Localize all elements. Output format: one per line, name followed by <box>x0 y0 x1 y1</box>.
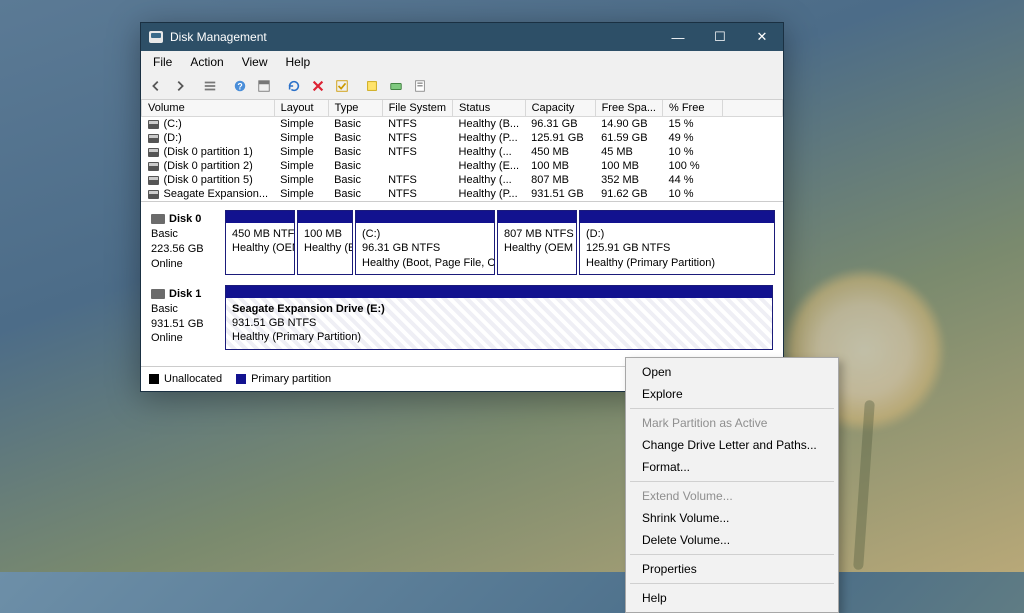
disk-graphical-view: Disk 0Basic223.56 GBOnline450 MB NTFSHea… <box>141 201 783 366</box>
window-controls: — ☐ ✕ <box>657 23 783 51</box>
col-free[interactable]: Free Spa... <box>595 100 662 117</box>
titlebar[interactable]: Disk Management — ☐ ✕ <box>141 23 783 51</box>
minimize-button[interactable]: — <box>657 23 699 51</box>
table-row[interactable]: (D:)SimpleBasicNTFSHealthy (P...125.91 G… <box>142 131 783 145</box>
disk-row: Disk 1Basic931.51 GBOnlineSeagate Expans… <box>147 285 777 350</box>
menu-separator <box>630 481 834 482</box>
new-icon[interactable] <box>361 76 383 96</box>
volume-table: Volume Layout Type File System Status Ca… <box>141 100 783 201</box>
volume-icon <box>148 148 159 157</box>
list-icon[interactable] <box>199 76 221 96</box>
help-icon[interactable]: ? <box>229 76 251 96</box>
menu-separator <box>630 554 834 555</box>
volume-icon <box>148 134 159 143</box>
disk-label[interactable]: Disk 1Basic931.51 GBOnline <box>147 285 225 350</box>
table-row[interactable]: (C:)SimpleBasicNTFSHealthy (B...96.31 GB… <box>142 117 783 132</box>
menu-file[interactable]: File <box>145 53 180 71</box>
back-button[interactable] <box>145 76 167 96</box>
context-menu-item[interactable]: Format... <box>628 456 836 478</box>
menu-separator <box>630 408 834 409</box>
menu-separator <box>630 583 834 584</box>
properties-icon[interactable] <box>409 76 431 96</box>
context-menu-item: Extend Volume... <box>628 485 836 507</box>
app-icon <box>149 31 163 43</box>
context-menu-item: Mark Partition as Active <box>628 412 836 434</box>
partition[interactable]: (C:)96.31 GB NTFSHealthy (Boot, Page Fil… <box>355 210 495 275</box>
menubar: File Action View Help <box>141 51 783 73</box>
forward-button[interactable] <box>169 76 191 96</box>
table-row[interactable]: (Disk 0 partition 2)SimpleBasicHealthy (… <box>142 159 783 173</box>
volume-icon <box>148 162 159 171</box>
context-menu-item[interactable]: Change Drive Letter and Paths... <box>628 434 836 456</box>
context-menu-item[interactable]: Delete Volume... <box>628 529 836 551</box>
partition[interactable]: Seagate Expansion Drive (E:)931.51 GB NT… <box>225 285 773 350</box>
col-type[interactable]: Type <box>328 100 382 117</box>
partition[interactable]: (D:)125.91 GB NTFSHealthy (Primary Parti… <box>579 210 775 275</box>
col-spare[interactable] <box>723 100 783 117</box>
col-layout[interactable]: Layout <box>274 100 328 117</box>
col-filesystem[interactable]: File System <box>382 100 452 117</box>
maximize-button[interactable]: ☐ <box>699 23 741 51</box>
partition[interactable]: 100 MBHealthy (E <box>297 210 353 275</box>
menu-action[interactable]: Action <box>182 53 231 71</box>
check-icon[interactable] <box>331 76 353 96</box>
partition-context-menu: OpenExplore Mark Partition as ActiveChang… <box>625 357 839 613</box>
disk-label[interactable]: Disk 0Basic223.56 GBOnline <box>147 210 225 275</box>
toolbar: ? <box>141 73 783 100</box>
context-menu-item[interactable]: Shrink Volume... <box>628 507 836 529</box>
delete-icon[interactable] <box>307 76 329 96</box>
col-volume[interactable]: Volume <box>142 100 275 117</box>
partition[interactable]: 807 MB NTFSHealthy (OEM Pa <box>497 210 577 275</box>
col-pctfree[interactable]: % Free <box>663 100 723 117</box>
close-button[interactable]: ✕ <box>741 23 783 51</box>
disk-icon <box>151 214 165 224</box>
disk-row: Disk 0Basic223.56 GBOnline450 MB NTFSHea… <box>147 210 777 275</box>
table-row[interactable]: (Disk 0 partition 1)SimpleBasicNTFSHealt… <box>142 145 783 159</box>
disk-icon[interactable] <box>385 76 407 96</box>
disk-icon <box>151 289 165 299</box>
partition[interactable]: 450 MB NTFSHealthy (OEM P <box>225 210 295 275</box>
detail-icon[interactable] <box>253 76 275 96</box>
disk-management-window: Disk Management — ☐ ✕ File Action View H… <box>140 22 784 392</box>
menu-help[interactable]: Help <box>278 53 319 71</box>
volume-icon <box>148 176 159 185</box>
volume-icon <box>148 120 159 129</box>
legend-primary: Primary partition <box>236 373 331 385</box>
context-menu-item[interactable]: Explore <box>628 383 836 405</box>
volume-header-row: Volume Layout Type File System Status Ca… <box>142 100 783 117</box>
col-status[interactable]: Status <box>453 100 526 117</box>
legend-unallocated: Unallocated <box>149 373 222 385</box>
table-row[interactable]: Seagate Expansion...SimpleBasicNTFSHealt… <box>142 187 783 201</box>
table-row[interactable]: (Disk 0 partition 5)SimpleBasicNTFSHealt… <box>142 173 783 187</box>
menu-view[interactable]: View <box>234 53 276 71</box>
volume-icon <box>148 190 159 199</box>
window-title: Disk Management <box>170 30 267 44</box>
context-menu-item[interactable]: Open <box>628 361 836 383</box>
context-menu-item[interactable]: Properties <box>628 558 836 580</box>
col-capacity[interactable]: Capacity <box>525 100 595 117</box>
client-area: Volume Layout Type File System Status Ca… <box>141 100 783 391</box>
context-menu-item[interactable]: Help <box>628 587 836 609</box>
refresh-icon[interactable] <box>283 76 305 96</box>
svg-text:?: ? <box>237 82 242 92</box>
